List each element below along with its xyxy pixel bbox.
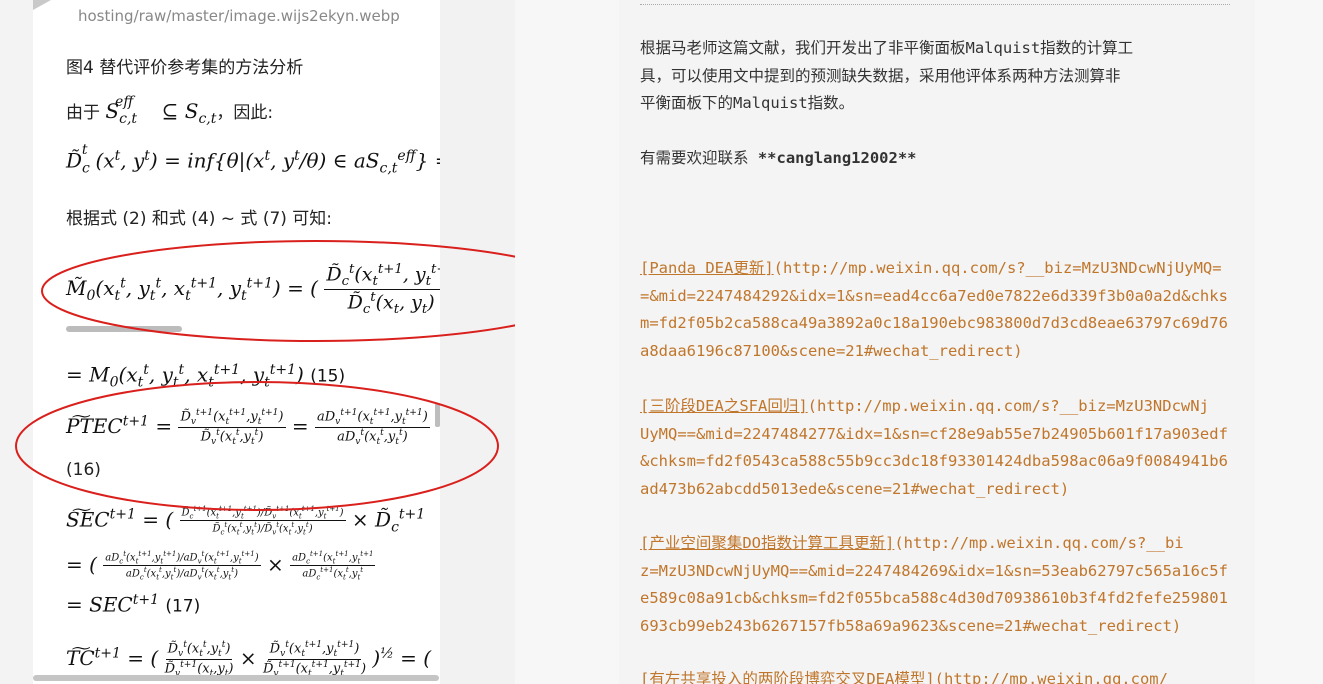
since-suffix: ，因此:	[216, 103, 274, 123]
contact-line: 有需要欢迎联系 **canglang12002**	[640, 145, 916, 173]
link-line: [产业空间聚集DO指数计算工具更新](http://mp.weixin.qq.c…	[640, 530, 1228, 558]
markdown-editor[interactable]: 根据马老师这篇文献，我们开发出了非平衡面板Malquist指数的计算工 具，可以…	[619, 0, 1255, 684]
intro-paragraph: 根据马老师这篇文献，我们开发出了非平衡面板Malquist指数的计算工 具，可以…	[640, 35, 1133, 118]
sec-formula: S͠ECt+1 = ( D̃ct+1(xtt+1,ytt+1)/D̃vt+1(x…	[66, 505, 426, 537]
distance-function-formula: D̃ct (xt, yt) = inf{θ|(xt, yt/θ) ∈ aSc,te…	[66, 142, 440, 177]
tc-formula: T͠Ct+1 = ( D̃vt(xtt,ytt) D̃vt+1(xt,yt) × …	[66, 640, 432, 679]
ptec-formula: P͠TECt+1 = D̃vt+1(xtt+1,ytt+1) D̃vt(xtt,y…	[66, 408, 430, 447]
link-partial-cutoff[interactable]: [有左共享投入的两阶段博弈交叉DEA模型](http://mp.weixin.q…	[640, 666, 1168, 684]
figure-caption: 图4 替代评价参考集的方法分析	[66, 58, 304, 78]
link-three-stage-dea[interactable]: [三阶段DEA之SFA回归](http://mp.weixin.qq.com/s…	[640, 393, 1228, 503]
link-url-start: (http://mp.weixin.qq.com/s?__biz=MzU3NDc…	[807, 397, 1209, 415]
link-title[interactable]: [产业空间聚集DO指数计算工具更新]	[640, 534, 894, 552]
link-url-start: (http://mp.weixin.qq.com/s?__biz=MzU3NDc…	[773, 259, 1222, 277]
link-do-index[interactable]: [产业空间聚集DO指数计算工具更新](http://mp.weixin.qq.c…	[640, 530, 1228, 640]
editor-pane: 根据马老师这篇文献，我们开发出了非平衡面板Malquist指数的计算工 具，可以…	[515, 0, 1323, 684]
intro-line: 具，可以使用文中提到的预测缺失数据，采用他评体系两种方法测算非	[640, 66, 1121, 85]
link-line: [有左共享投入的两阶段博弈交叉DEA模型](http://mp.weixin.q…	[640, 670, 1168, 684]
m0-equality: = M0(xtt, ytt, xtt+1, ytt+1) (15)	[66, 362, 346, 391]
contact-prefix: 有需要欢迎联系	[640, 149, 758, 167]
link-line: m=fd2f05b2ca588ca49a3892a0c18a190ebc9838…	[640, 314, 1228, 332]
preview-pane: hosting/raw/master/image.wijs2ekyn.webp …	[33, 0, 440, 684]
intro-line: 平衡面板下的Malquist指数。	[640, 94, 855, 112]
intro-line: 根据马老师这篇文献，我们开发出了非平衡面板Malquist指数的计算工	[640, 39, 1134, 57]
link-line: z=MzU3NDcwNjUyMQ==&mid=2247484269&idx=1&…	[640, 561, 1228, 580]
link-line: &chksm=fd2f0543ca588c55b9cc3dc18f9330142…	[640, 452, 1228, 470]
link-title[interactable]: [Panda DEA更新]	[640, 259, 774, 277]
link-line: ad473b62abcdd5013ede&scene=21#wechat_red…	[640, 479, 1070, 498]
link-panda-dea[interactable]: [Panda DEA更新](http://mp.weixin.qq.com/s?…	[640, 255, 1228, 365]
corner-marker	[33, 0, 51, 10]
sec-formula-line2: = ( aDct(xtt+1,ytt+1)/aDvt(xtt+1,ytt+1) a…	[66, 550, 376, 582]
since-prefix: 由于	[66, 103, 100, 123]
derivation-intro: 根据式 (2) 和式 (4) ~ 式 (7) 可知:	[66, 209, 333, 229]
link-line: UyMQ==&mid=2247484277&idx=1&sn=cf28e9ab5…	[640, 424, 1228, 443]
sec-equality: = SECt+1 (17)	[66, 592, 201, 617]
preview-vertical-scrollbar[interactable]	[435, 403, 440, 427]
eq17-label: (17)	[165, 596, 201, 617]
subset-formula: Sc,teff ⊆ Sc,t	[105, 94, 217, 127]
link-line: =&mid=2247484292&idx=1&sn=ead4cc6a7ed0e7…	[640, 286, 1228, 305]
link-line: e589c08a91cb&chksm=fd2f055bca588c4d30d70…	[640, 589, 1228, 607]
cut-off-line	[640, 0, 1230, 5]
link-line: a8daa6196c87100&scene=21#wechat_redirect…	[640, 341, 1023, 360]
contact-wechat-id: **canglang12002**	[757, 149, 917, 167]
link-url-start: (http://mp.weixin.qq.com/s?__bi	[894, 534, 1184, 552]
preview-horizontal-scrollbar[interactable]	[33, 675, 439, 681]
since-line: 由于 Sc,teff ⊆ Sc,t，因此:	[66, 94, 274, 127]
eq15-label: (15)	[310, 366, 346, 387]
link-line: [三阶段DEA之SFA回归](http://mp.weixin.qq.com/s…	[640, 393, 1228, 421]
image-url-text: hosting/raw/master/image.wijs2ekyn.webp	[78, 7, 400, 25]
link-line: [Panda DEA更新](http://mp.weixin.qq.com/s?…	[640, 255, 1228, 283]
pane-divider[interactable]	[440, 0, 515, 684]
link-line: 693cb99eb243b6267157fb58a69a9623&scene=2…	[640, 616, 1182, 635]
eq16-label: (16)	[66, 460, 101, 480]
m0-formula: M̃0(xtt, ytt, xtt+1, ytt+1) = ( D̃ct(xtt…	[66, 262, 440, 317]
formula-scrollbar[interactable]	[66, 326, 182, 332]
link-title[interactable]: [三阶段DEA之SFA回归]	[640, 397, 808, 415]
